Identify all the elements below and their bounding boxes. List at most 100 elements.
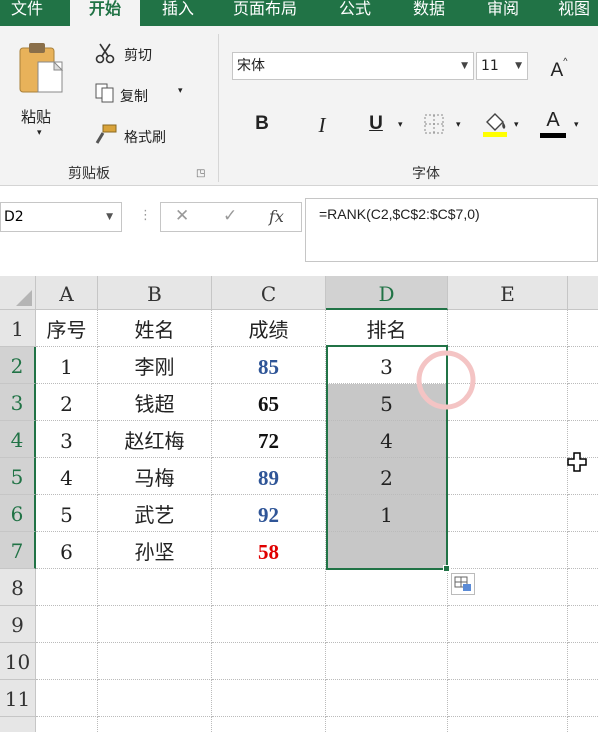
cell-b2[interactable]: 李刚 <box>98 347 212 384</box>
cell-d9[interactable] <box>326 606 448 643</box>
tab-insert[interactable]: 插入 <box>152 0 204 26</box>
insert-function-icon[interactable]: fx <box>269 207 284 226</box>
cell-b10[interactable] <box>98 643 212 680</box>
cell-b11[interactable] <box>98 680 212 717</box>
cell-b5[interactable]: 马梅 <box>98 458 212 495</box>
cell-f9[interactable] <box>568 606 598 643</box>
border-dropdown-icon[interactable]: ▾ <box>456 120 461 130</box>
cell-e10[interactable] <box>448 643 568 680</box>
cell-b9[interactable] <box>98 606 212 643</box>
cell-a5[interactable]: 4 <box>36 458 98 495</box>
tab-home[interactable]: 开始 <box>70 0 140 26</box>
cell-f6[interactable] <box>568 495 598 532</box>
tab-file[interactable]: 文件 <box>0 0 54 26</box>
cell-d10[interactable] <box>326 643 448 680</box>
row-header-12[interactable] <box>0 717 36 732</box>
row-header-1[interactable]: 1 <box>0 310 36 347</box>
cell-c6[interactable]: 92 <box>212 495 326 532</box>
cell-b6[interactable]: 武艺 <box>98 495 212 532</box>
cell-a1[interactable]: 序号 <box>36 310 98 347</box>
cell-e9[interactable] <box>448 606 568 643</box>
column-header-d[interactable]: D <box>326 276 448 310</box>
font-color-button[interactable]: A <box>540 109 566 139</box>
bold-button[interactable]: B <box>252 113 272 135</box>
cell-d7[interactable] <box>326 532 448 569</box>
cell-c7[interactable]: 58 <box>212 532 326 569</box>
copy-dropdown-arrow[interactable]: ▾ <box>178 86 183 96</box>
fill-color-dropdown-icon[interactable]: ▾ <box>514 120 519 130</box>
font-name-combo[interactable]: 宋体 ▼ <box>232 52 474 80</box>
column-header-f[interactable] <box>568 276 598 310</box>
cell-d4[interactable]: 4 <box>326 421 448 458</box>
cell-c1[interactable]: 成绩 <box>212 310 326 347</box>
cell-e5[interactable] <box>448 458 568 495</box>
italic-button[interactable]: I <box>312 113 332 138</box>
cut-button[interactable]: 剪切 <box>92 42 172 66</box>
font-color-dropdown-icon[interactable]: ▾ <box>574 120 579 130</box>
name-box[interactable]: D2 ▼ <box>0 202 122 232</box>
cell-f11[interactable] <box>568 680 598 717</box>
format-painter-button[interactable]: 格式刷 <box>92 123 182 147</box>
cell-e7[interactable] <box>448 532 568 569</box>
cell-b4[interactable]: 赵红梅 <box>98 421 212 458</box>
column-header-c[interactable]: C <box>212 276 326 310</box>
cell-e4[interactable] <box>448 421 568 458</box>
cell-f12[interactable] <box>568 717 598 732</box>
cell-f7[interactable] <box>568 532 598 569</box>
cell-c2[interactable]: 85 <box>212 347 326 384</box>
cell-e11[interactable] <box>448 680 568 717</box>
cell-c3[interactable]: 65 <box>212 384 326 421</box>
cell-d11[interactable] <box>326 680 448 717</box>
cell-d8[interactable] <box>326 569 448 606</box>
cell-a2[interactable]: 1 <box>36 347 98 384</box>
font-name-dropdown-icon[interactable]: ▼ <box>461 53 468 79</box>
fill-color-icon[interactable] <box>481 109 509 137</box>
cell-c11[interactable] <box>212 680 326 717</box>
column-header-a[interactable]: A <box>36 276 98 310</box>
clipboard-dialog-launcher-icon[interactable]: ◳ <box>196 168 205 179</box>
tab-data[interactable]: 数据 <box>402 0 456 26</box>
cell-b3[interactable]: 钱超 <box>98 384 212 421</box>
cell-a9[interactable] <box>36 606 98 643</box>
cell-c10[interactable] <box>212 643 326 680</box>
column-header-b[interactable]: B <box>98 276 212 310</box>
cell-a6[interactable]: 5 <box>36 495 98 532</box>
cell-f8[interactable] <box>568 569 598 606</box>
cell-a11[interactable] <box>36 680 98 717</box>
row-header-3[interactable]: 3 <box>0 384 36 421</box>
quick-analysis-button[interactable] <box>451 573 475 595</box>
cell-b7[interactable]: 孙坚 <box>98 532 212 569</box>
row-header-5[interactable]: 5 <box>0 458 36 495</box>
cell-c5[interactable]: 89 <box>212 458 326 495</box>
paste-dropdown-arrow[interactable]: ▾ <box>37 128 42 138</box>
cell-d12[interactable] <box>326 717 448 732</box>
cell-b1[interactable]: 姓名 <box>98 310 212 347</box>
cell-c8[interactable] <box>212 569 326 606</box>
select-all-corner[interactable] <box>0 276 36 310</box>
tab-view[interactable]: 视图 <box>550 0 598 26</box>
cell-a10[interactable] <box>36 643 98 680</box>
tab-page-layout[interactable]: 页面布局 <box>226 0 304 26</box>
row-header-10[interactable]: 10 <box>0 643 36 680</box>
row-header-6[interactable]: 6 <box>0 495 36 532</box>
cell-c9[interactable] <box>212 606 326 643</box>
row-header-11[interactable]: 11 <box>0 680 36 717</box>
tab-review[interactable]: 审阅 <box>476 0 530 26</box>
cell-e1[interactable] <box>448 310 568 347</box>
name-box-dropdown-icon[interactable]: ▼ <box>106 203 113 231</box>
column-header-e[interactable]: E <box>448 276 568 310</box>
cell-a8[interactable] <box>36 569 98 606</box>
cell-f3[interactable] <box>568 384 598 421</box>
cell-a12[interactable] <box>36 717 98 732</box>
row-header-2[interactable]: 2 <box>0 347 36 384</box>
font-size-dropdown-icon[interactable]: ▼ <box>515 53 522 79</box>
row-header-9[interactable]: 9 <box>0 606 36 643</box>
cell-e6[interactable] <box>448 495 568 532</box>
cell-a7[interactable]: 6 <box>36 532 98 569</box>
increase-font-size-button[interactable]: A^ <box>548 56 570 82</box>
underline-button[interactable]: U <box>366 113 386 135</box>
cell-f2[interactable] <box>568 347 598 384</box>
cell-f10[interactable] <box>568 643 598 680</box>
formula-input[interactable]: =RANK(C2,$C$2:$C$7,0) <box>305 198 598 262</box>
fill-handle[interactable] <box>443 565 450 572</box>
